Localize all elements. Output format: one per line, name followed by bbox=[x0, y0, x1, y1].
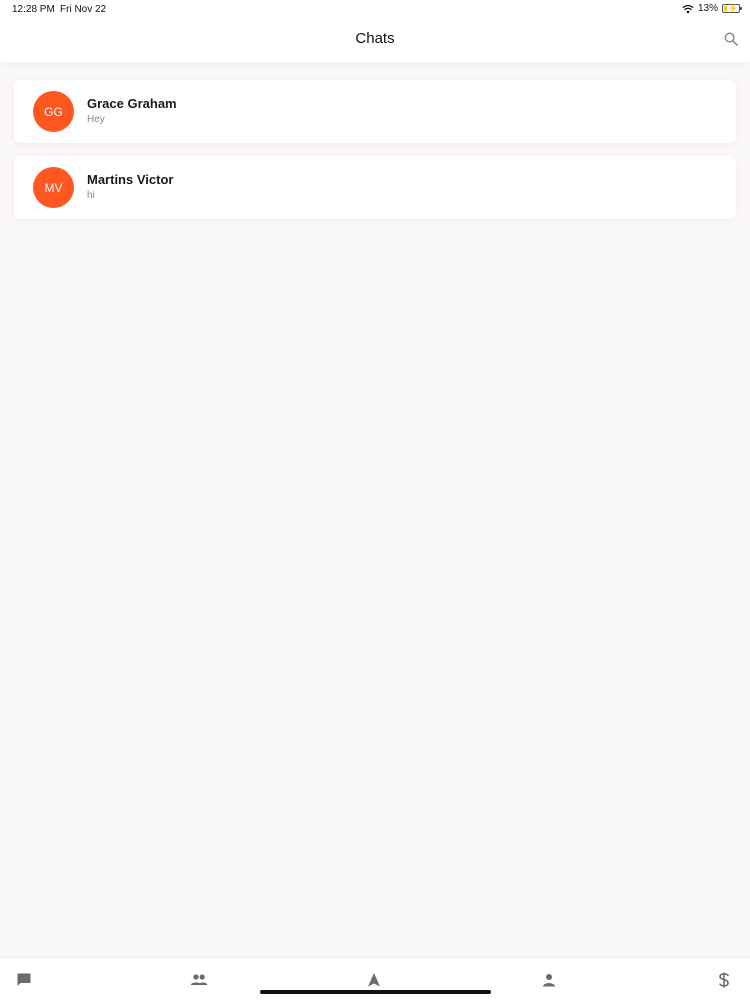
battery-icon: ⚡ bbox=[722, 4, 742, 13]
last-message: hi bbox=[87, 190, 95, 201]
person-icon bbox=[543, 974, 555, 987]
contact-name: Grace Graham bbox=[87, 96, 177, 111]
people-icon bbox=[190, 974, 208, 985]
nav-bar: Chats bbox=[0, 18, 750, 62]
battery-percentage: 13% bbox=[697, 3, 718, 14]
tab-bar bbox=[0, 957, 750, 1000]
avatar-initials: GG bbox=[44, 104, 63, 119]
avatar: MV bbox=[33, 167, 74, 208]
search-icon bbox=[724, 32, 738, 46]
dollar-icon bbox=[719, 972, 729, 988]
chat-item[interactable]: GG Grace Graham Hey bbox=[14, 80, 736, 143]
tab-profile[interactable] bbox=[539, 970, 559, 990]
avatar: GG bbox=[33, 91, 74, 132]
contact-name: Martins Victor bbox=[87, 172, 174, 187]
chat-item[interactable]: MV Martins Victor hi bbox=[14, 156, 736, 219]
status-date: Fri Nov 22 bbox=[60, 4, 107, 15]
tab-navigate[interactable] bbox=[364, 970, 384, 990]
page-title: Chats bbox=[355, 30, 395, 47]
tab-people[interactable] bbox=[189, 970, 209, 990]
avatar-initials: MV bbox=[44, 180, 63, 195]
last-message: Hey bbox=[87, 114, 105, 125]
wifi-icon bbox=[682, 4, 694, 13]
navigation-arrow-icon bbox=[368, 973, 380, 987]
chat-list: GG Grace Graham Hey MV Martins Victor hi bbox=[14, 80, 736, 232]
status-time: 12:28 PM bbox=[12, 4, 55, 15]
search-button[interactable] bbox=[722, 30, 740, 48]
tab-payments[interactable] bbox=[714, 970, 734, 990]
status-indicators: 13% ⚡ bbox=[682, 3, 742, 14]
status-bar: 12:28 PM Fri Nov 22 13% ⚡ bbox=[0, 0, 750, 18]
tab-chats[interactable] bbox=[14, 970, 34, 990]
chat-bubble-icon bbox=[17, 973, 31, 986]
home-indicator[interactable] bbox=[260, 990, 491, 994]
